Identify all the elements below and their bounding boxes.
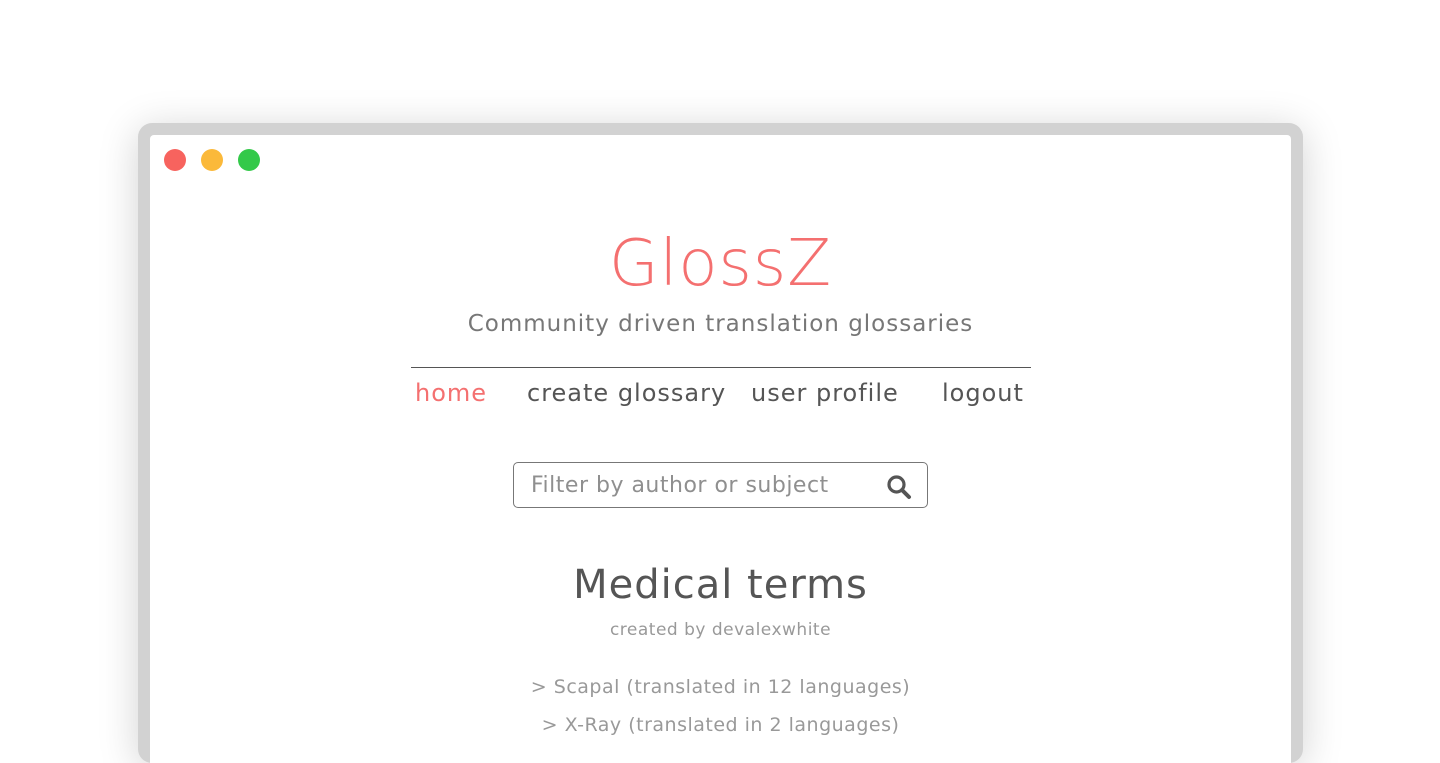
window-controls	[164, 149, 260, 171]
search-input[interactable]	[514, 463, 874, 507]
glossary-title[interactable]: Medical terms	[150, 562, 1291, 608]
term-item[interactable]: > Scapal (translated in 12 languages)	[150, 668, 1291, 706]
nav-logout[interactable]: logout	[942, 379, 1024, 407]
nav-user-profile[interactable]: user profile	[751, 379, 899, 407]
nav-home[interactable]: home	[415, 379, 487, 407]
app-tagline: Community driven translation glossaries	[467, 311, 974, 337]
nav-create-glossary[interactable]: create glossary	[527, 379, 726, 407]
minimize-window-button[interactable]	[201, 149, 223, 171]
browser-viewport: GlossZ Community driven translation glos…	[150, 135, 1291, 763]
nav-divider	[411, 367, 1031, 368]
close-window-button[interactable]	[164, 149, 186, 171]
term-list: > Scapal (translated in 12 languages) > …	[150, 668, 1291, 744]
search-icon[interactable]	[886, 474, 912, 500]
browser-window: GlossZ Community driven translation glos…	[138, 123, 1303, 763]
search-box	[513, 462, 928, 508]
maximize-window-button[interactable]	[238, 149, 260, 171]
term-item[interactable]: > X-Ray (translated in 2 languages)	[150, 706, 1291, 744]
glossary-author: created by devalexwhite	[609, 620, 832, 640]
app-title: GlossZ	[608, 227, 833, 301]
